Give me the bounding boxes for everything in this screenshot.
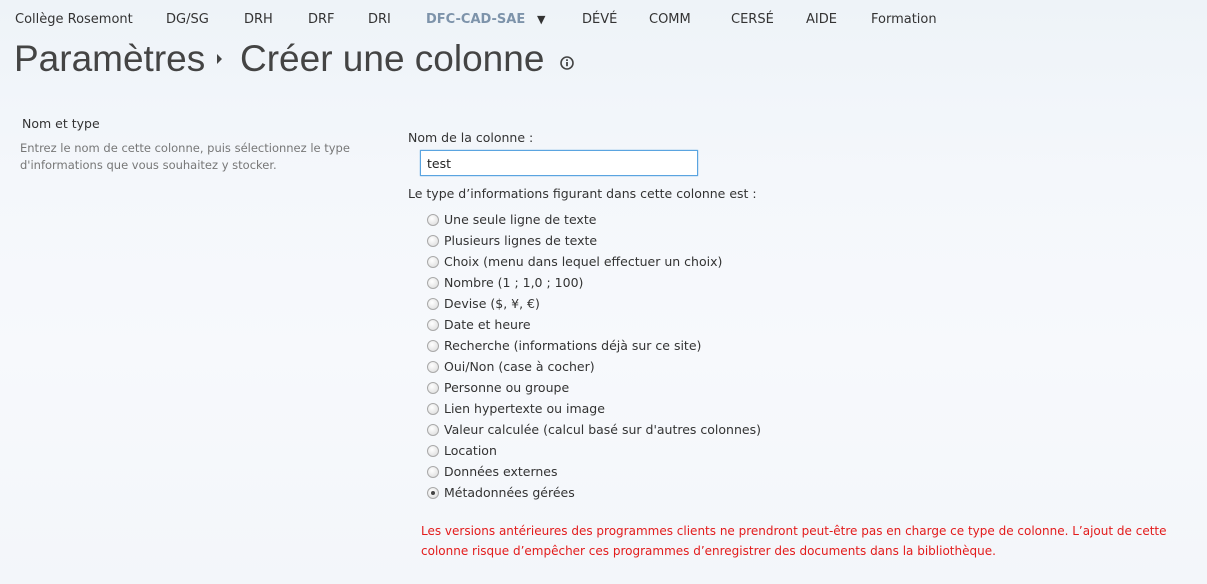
column-type-option[interactable]: Personne ou groupe [427, 377, 761, 398]
column-type-option-label: Oui/Non (case à cocher) [444, 359, 595, 374]
info-icon[interactable] [560, 56, 574, 70]
top-navigation: Collège Rosemont DG/SG DRH DRF DRI DFC-C… [0, 8, 1207, 32]
section-description: Entrez le nom de cette colonne, puis sél… [20, 141, 350, 172]
radio-button[interactable] [427, 234, 439, 247]
radio-button[interactable] [427, 276, 439, 289]
column-type-option-label: Plusieurs lignes de texte [444, 233, 598, 248]
column-type-option-label: Location [444, 443, 497, 458]
breadcrumb-separator-icon [217, 54, 222, 64]
column-type-option[interactable]: Plusieurs lignes de texte [427, 230, 761, 251]
section-title: Nom et type [22, 116, 100, 131]
radio-button[interactable] [427, 486, 439, 499]
radio-button[interactable] [427, 465, 439, 478]
column-type-option[interactable]: Nombre (1 ; 1,0 ; 100) [427, 272, 761, 293]
column-type-option-label: Données externes [444, 464, 558, 479]
column-type-option[interactable]: Valeur calculée (calcul basé sur d'autre… [427, 419, 761, 440]
radio-button[interactable] [427, 213, 439, 226]
column-type-option[interactable]: Lien hypertexte ou image [427, 398, 761, 419]
nav-item-formation[interactable]: Formation [871, 12, 937, 27]
column-name-input[interactable] [420, 150, 698, 176]
nav-item-dfc-cad-sae[interactable]: DFC-CAD-SAE [426, 12, 525, 27]
radio-button[interactable] [427, 423, 439, 436]
caret-down-icon[interactable]: ▼ [537, 13, 545, 26]
column-type-option[interactable]: Devise ($, ¥, €) [427, 293, 761, 314]
column-type-option[interactable]: Oui/Non (case à cocher) [427, 356, 761, 377]
column-type-option-label: Métadonnées gérées [444, 485, 575, 500]
column-type-option-label: Nombre (1 ; 1,0 ; 100) [444, 275, 584, 290]
radio-button[interactable] [427, 255, 439, 268]
radio-button[interactable] [427, 360, 439, 373]
radio-button[interactable] [427, 318, 439, 331]
column-name-label: Nom de la colonne : [408, 130, 534, 145]
column-type-option[interactable]: Choix (menu dans lequel effectuer un cho… [427, 251, 761, 272]
column-type-option-label: Devise ($, ¥, €) [444, 296, 540, 311]
column-type-option[interactable]: Une seule ligne de texte [427, 209, 761, 230]
column-type-option-label: Valeur calculée (calcul basé sur d'autre… [444, 422, 761, 437]
column-type-option-label: Date et heure [444, 317, 531, 332]
radio-button[interactable] [427, 402, 439, 415]
column-type-option-label: Personne ou groupe [444, 380, 570, 395]
radio-button[interactable] [427, 381, 439, 394]
nav-item-aide[interactable]: AIDE [806, 12, 837, 27]
column-type-option-label: Une seule ligne de texte [444, 212, 597, 227]
radio-button[interactable] [427, 339, 439, 352]
nav-item-college-rosemont[interactable]: Collège Rosemont [15, 12, 133, 27]
radio-button[interactable] [427, 297, 439, 310]
column-type-option-label: Lien hypertexte ou image [444, 401, 605, 416]
nav-item-dri[interactable]: DRI [368, 12, 391, 27]
column-type-label: Le type d’informations figurant dans cet… [408, 186, 757, 201]
nav-item-drh[interactable]: DRH [244, 12, 273, 27]
radio-button[interactable] [427, 444, 439, 457]
column-type-option[interactable]: Métadonnées gérées [427, 482, 761, 503]
column-type-option[interactable]: Location [427, 440, 761, 461]
breadcrumb-parent[interactable]: Paramètres [14, 38, 205, 80]
column-type-option-label: Recherche (informations déjà sur ce site… [444, 338, 702, 353]
nav-item-drf[interactable]: DRF [308, 12, 335, 27]
compatibility-warning: Les versions antérieures des programmes … [421, 524, 1167, 558]
column-type-radio-group: Une seule ligne de texte Plusieurs lignes… [427, 209, 761, 503]
breadcrumb-current: Créer une colonne [240, 38, 545, 79]
nav-item-comm[interactable]: COMM [649, 12, 691, 27]
column-type-option[interactable]: Recherche (informations déjà sur ce site… [427, 335, 761, 356]
column-type-option[interactable]: Date et heure [427, 314, 761, 335]
column-type-option-label: Choix (menu dans lequel effectuer un cho… [444, 254, 723, 269]
nav-item-cerse[interactable]: CERSÉ [731, 12, 774, 27]
nav-item-deve[interactable]: DÉVÉ [582, 12, 617, 27]
column-type-option[interactable]: Données externes [427, 461, 761, 482]
nav-item-dg-sg[interactable]: DG/SG [166, 12, 209, 27]
